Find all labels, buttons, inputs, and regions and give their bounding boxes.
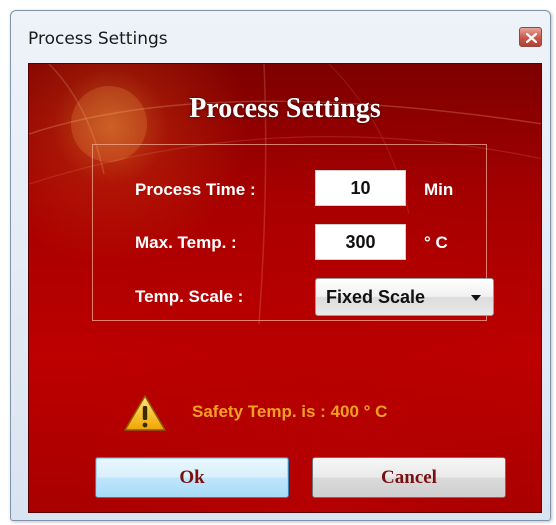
dialog-heading: Process Settings [189,93,381,124]
close-icon [526,33,537,43]
max-temp-label: Max. Temp. : [135,233,237,252]
process-time-label: Process Time : [135,180,256,199]
temp-scale-label: Temp. Scale : [135,287,244,306]
title-bar[interactable]: Process Settings [11,11,550,55]
dialog-body: Process Settings Process Time : Min Max.… [28,63,542,513]
temp-scale-selected-value: Fixed Scale [326,287,426,307]
process-time-unit: Min [424,180,454,199]
cancel-button[interactable]: Cancel [312,457,506,498]
temp-scale-select[interactable]: Fixed Scale [315,278,494,316]
close-button[interactable] [519,27,542,47]
window-title: Process Settings [28,29,168,49]
process-time-input[interactable] [315,170,406,206]
chevron-down-icon [471,295,481,301]
safety-temp-warning: Safety Temp. is : 400 ° C [192,402,388,421]
warning-icon [124,395,166,431]
max-temp-unit: ° C [424,233,448,252]
max-temp-input[interactable] [315,224,406,260]
dialog-window: Process Settings Process Settings Proces… [10,10,551,521]
ok-button[interactable]: Ok [95,457,289,498]
